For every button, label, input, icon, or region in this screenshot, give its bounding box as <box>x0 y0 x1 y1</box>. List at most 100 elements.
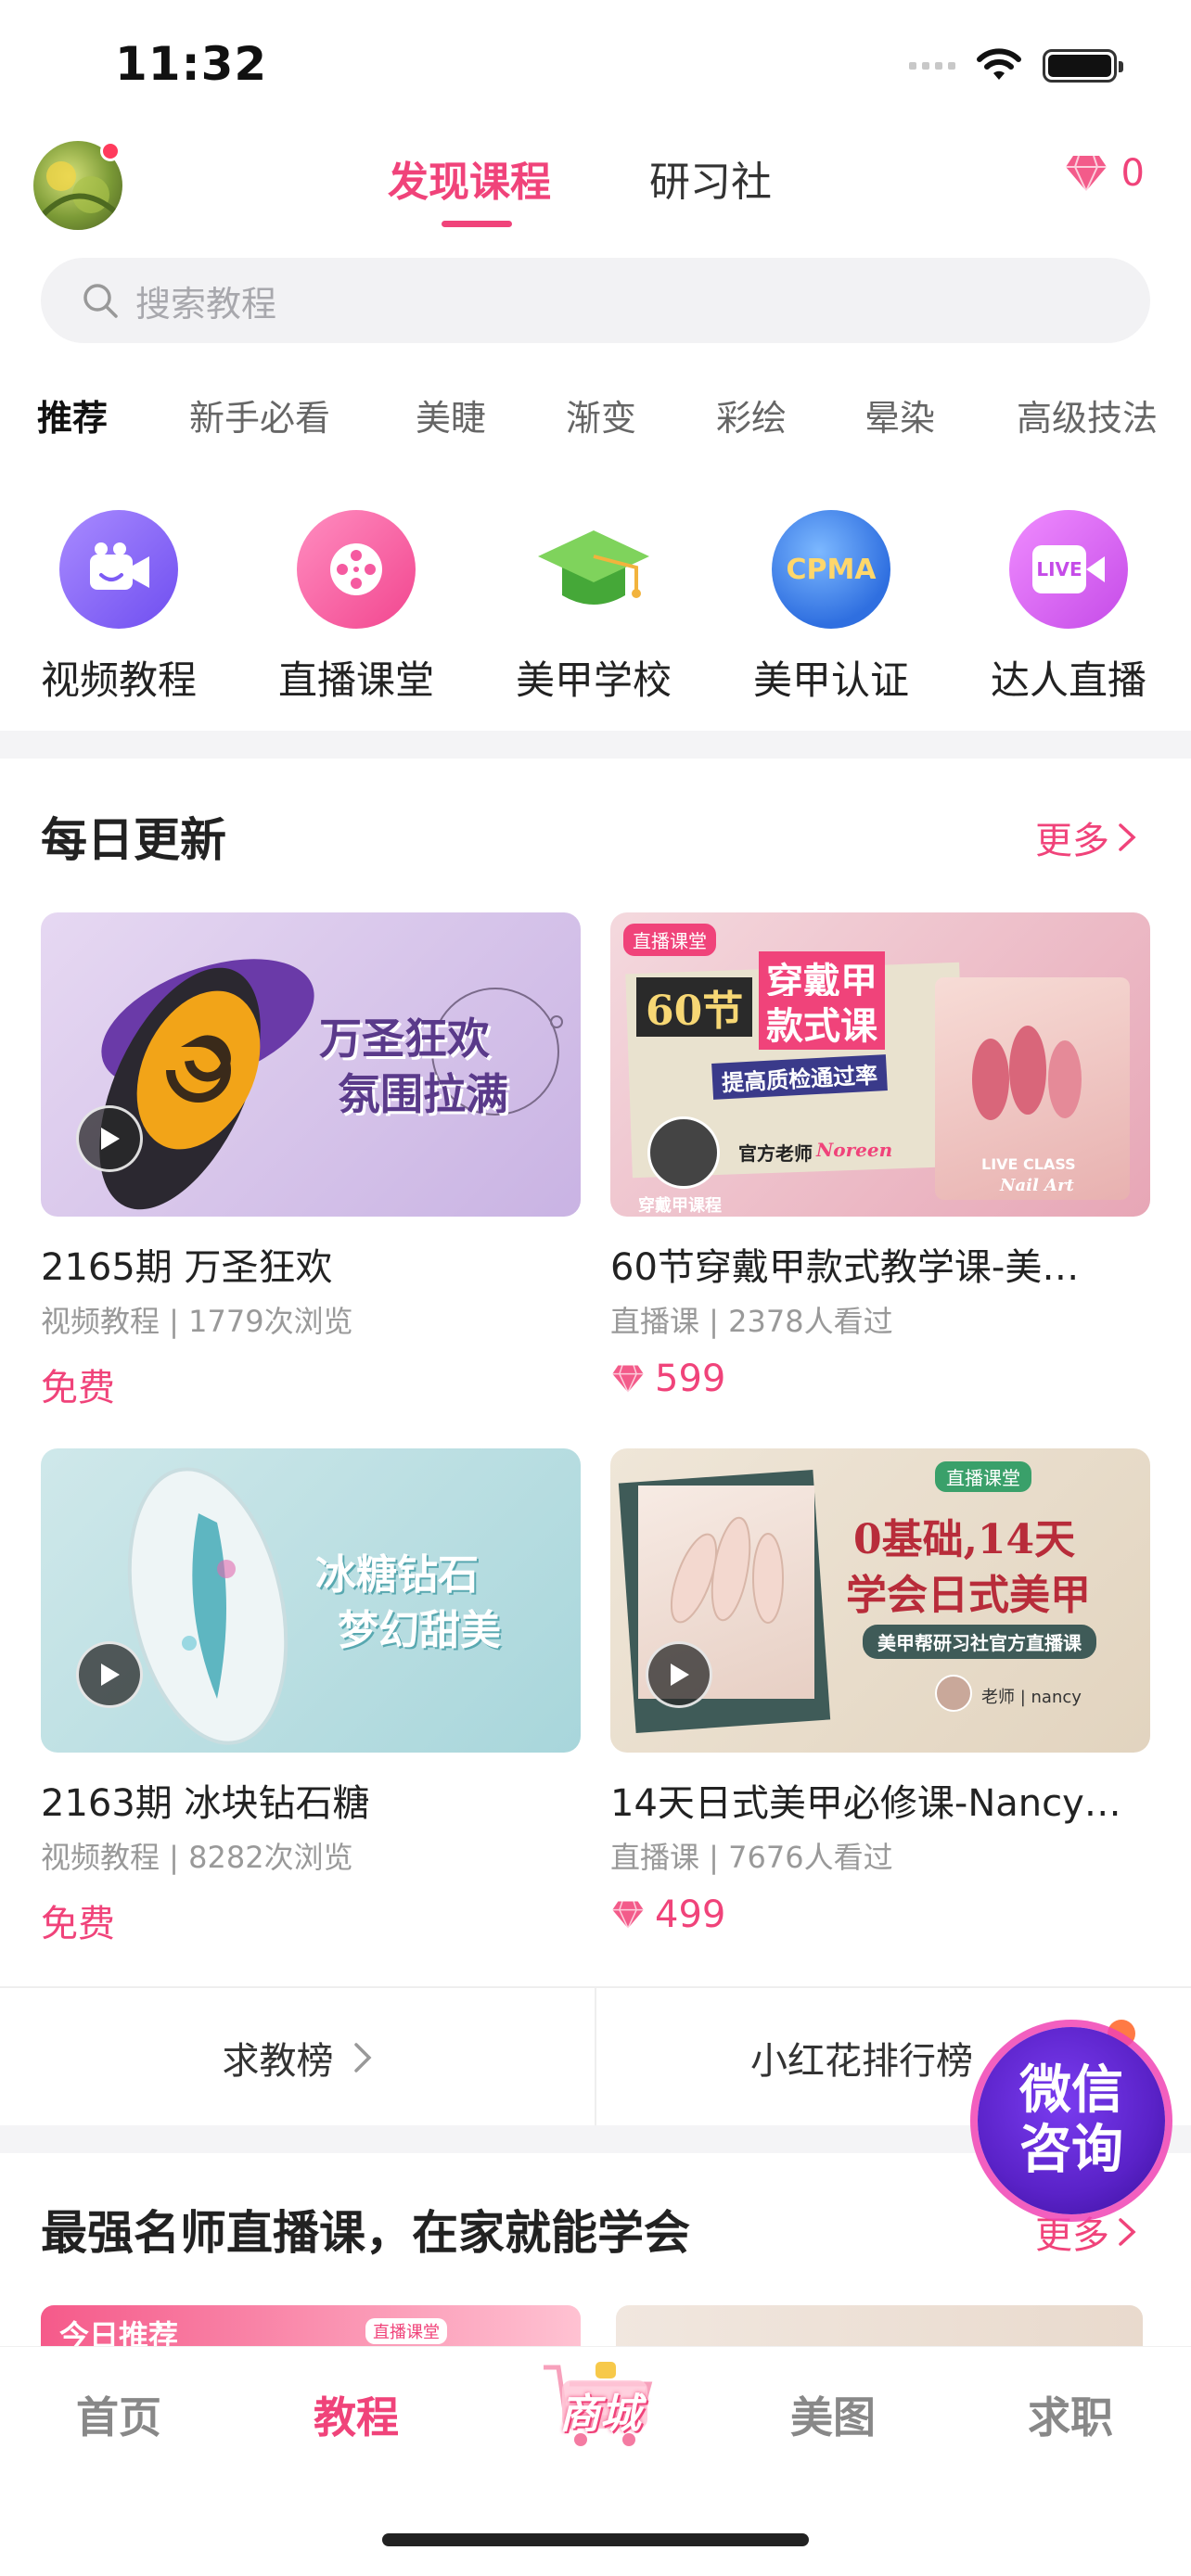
course-card[interactable]: 冰糖钻石 梦幻甜美 2163期 冰块钻石糖 视频教程 | 8282次浏览 免费 <box>41 1448 581 1947</box>
quick-link-video-tutorials[interactable]: 视频教程 <box>17 510 221 706</box>
battery-icon <box>1043 49 1123 83</box>
chevron-right-icon <box>1119 2218 1136 2246</box>
thumbnail-caption: Nail Art <box>1000 1176 1074 1195</box>
section-divider <box>0 731 1191 759</box>
daily-update-more-link[interactable]: 更多 <box>1035 810 1137 864</box>
live-class-tag: 直播课堂 <box>623 924 716 956</box>
thumbnail-caption: 梦幻甜美 <box>338 1607 501 1654</box>
diamond-balance[interactable]: 0 <box>1064 152 1145 195</box>
course-title: 2163期 冰块钻石糖 <box>41 1782 370 1825</box>
course-card[interactable]: 万圣狂欢 氛围拉满 2165期 万圣狂欢 视频教程 | 1779次浏览 免费 <box>41 912 581 1411</box>
course-thumbnail: 直播课堂 0基础,14天 学会日式美甲 美甲帮研习社官方直播课 老师 | nan… <box>610 1448 1150 1753</box>
diamond-icon <box>612 1365 644 1394</box>
status-time: 11:32 <box>115 37 268 91</box>
course-meta: 视频教程 | 8282次浏览 <box>41 1840 353 1875</box>
video-camera-icon <box>59 510 178 629</box>
thumbnail-caption: 老师 | nancy <box>981 1688 1082 1707</box>
active-tab-indicator <box>442 221 512 227</box>
tab-jobs[interactable]: 求职 <box>996 2384 1145 2445</box>
course-card[interactable]: 直播课堂 60节 穿戴甲 款式课 提高质检通过率 官方老师 Noreen 穿戴甲… <box>610 912 1150 1400</box>
wechat-consult-button[interactable]: 微信 咨询 <box>978 2027 1165 2214</box>
ranking-request-board[interactable]: 求教榜 <box>0 1988 595 2127</box>
search-placeholder: 搜索教程 <box>135 283 277 325</box>
search-input[interactable]: 搜索教程 <box>41 258 1150 343</box>
thumbnail-caption: 冰糖钻石 <box>315 1551 479 1599</box>
today-recommend-badge: 今日推荐 <box>59 2318 179 2346</box>
tab-home[interactable]: 首页 <box>45 2384 193 2445</box>
category-tab-recommended[interactable]: 推荐 <box>37 389 108 440</box>
thumbnail-caption: 款式课 <box>759 996 885 1050</box>
category-tab-painting[interactable]: 彩绘 <box>716 389 787 440</box>
course-price: 免费 <box>41 1894 581 1947</box>
play-icon[interactable] <box>646 1641 712 1708</box>
quick-link-label: 美甲认证 <box>752 657 909 703</box>
daily-update-title: 每日更新 <box>41 813 226 867</box>
quick-link-nail-school[interactable]: 美甲学校 <box>492 510 696 706</box>
thumbnail-caption: Noreen <box>816 1139 893 1161</box>
status-icons <box>909 48 1123 83</box>
category-tabs: 推荐 新手必看 美睫 渐变 彩绘 晕染 高级技法 <box>0 389 1191 445</box>
thumbnail-caption: 万圣狂欢 <box>319 1014 490 1064</box>
diamond-icon <box>1065 155 1107 193</box>
live-class-tag: 直播课堂 <box>935 1461 1031 1492</box>
quick-link-label: 视频教程 <box>40 657 197 703</box>
price-value: 免费 <box>41 1903 115 1945</box>
wechat-label-line2: 咨询 <box>1019 2120 1123 2180</box>
thumbnail-caption: 60节 <box>636 977 753 1037</box>
category-tab-advanced[interactable]: 高级技法 <box>1017 389 1158 440</box>
course-card[interactable]: 直播课堂 0基础,14天 学会日式美甲 美甲帮研习社官方直播课 老师 | nan… <box>610 1448 1150 1936</box>
price-value: 499 <box>655 1894 726 1936</box>
ranking-label: 求教榜 <box>222 2040 334 2083</box>
cellular-signal-icon <box>909 62 955 70</box>
course-meta: 直播课 | 2378人看过 <box>610 1304 893 1339</box>
cpma-badge-icon: CPMA <box>772 510 890 629</box>
category-tab-blooming[interactable]: 晕染 <box>864 389 935 440</box>
cpma-badge-text: CPMA <box>786 553 877 586</box>
category-tab-lashes[interactable]: 美睫 <box>416 389 486 440</box>
tab-discover-courses[interactable]: 发现课程 <box>388 148 551 208</box>
category-tab-gradient[interactable]: 渐变 <box>566 389 636 440</box>
quick-link-label: 美甲学校 <box>515 657 672 703</box>
category-tab-beginner[interactable]: 新手必看 <box>189 389 330 440</box>
course-thumbnail: 万圣狂欢 氛围拉满 <box>41 912 581 1217</box>
live-course-card[interactable]: 今日推荐 直播课堂 <box>41 2305 581 2346</box>
course-title: 60节穿戴甲款式教学课-美… <box>610 1246 1080 1289</box>
notification-dot <box>100 141 121 161</box>
thumbnail-caption: 美甲帮研习社官方直播课 <box>863 1625 1096 1659</box>
thumbnail-caption: 官方老师 <box>738 1142 813 1165</box>
tab-gallery[interactable]: 美图 <box>759 2384 907 2445</box>
thumbnail-caption: 氛围拉满 <box>338 1069 508 1119</box>
play-icon[interactable] <box>76 1105 143 1172</box>
thumbnail-caption: 穿戴甲课程 <box>638 1196 722 1216</box>
course-price: 499 <box>610 1894 1150 1936</box>
wifi-icon <box>977 48 1021 80</box>
live-course-card[interactable] <box>616 2305 1143 2346</box>
thumbnail-caption: 学会日式美甲 <box>846 1572 1091 1619</box>
live-camera-icon: LIVE <box>1009 510 1128 629</box>
price-value: 599 <box>655 1358 726 1400</box>
chevron-right-icon <box>1119 823 1136 851</box>
live-badge-text: LIVE <box>1032 545 1086 593</box>
live-section-title: 最强名师直播课，在家就能学会 <box>41 2206 690 2260</box>
status-bar: 11:32 <box>0 0 1191 130</box>
quick-link-expert-live[interactable]: LIVE 达人直播 <box>967 510 1171 706</box>
tab-study-club[interactable]: 研习社 <box>649 148 772 208</box>
quick-link-live-class[interactable]: 直播课堂 <box>254 510 458 706</box>
diamond-icon <box>612 1901 644 1930</box>
price-value: 免费 <box>41 1367 115 1409</box>
quick-links: 视频教程 直播课堂 美甲学校 CPMA 美甲认证 LIVE 达人直播 <box>0 510 1191 703</box>
quick-link-certification[interactable]: CPMA 美甲认证 <box>729 510 933 706</box>
course-thumbnail: 直播课堂 60节 穿戴甲 款式课 提高质检通过率 官方老师 Noreen 穿戴甲… <box>610 912 1150 1217</box>
course-price: 免费 <box>41 1358 581 1411</box>
chevron-right-icon <box>353 2043 371 2072</box>
film-reel-icon <box>297 510 416 629</box>
play-icon[interactable] <box>76 1641 143 1708</box>
course-meta: 视频教程 | 1779次浏览 <box>41 1304 353 1339</box>
course-thumbnail: 冰糖钻石 梦幻甜美 <box>41 1448 581 1753</box>
live-class-tag: 直播课堂 <box>365 2318 447 2344</box>
thumbnail-caption: LIVE CLASS <box>981 1155 1076 1173</box>
tab-tutorials[interactable]: 教程 <box>282 2384 430 2445</box>
course-title: 14天日式美甲必修课-Nancy… <box>610 1782 1121 1825</box>
search-icon <box>83 284 118 318</box>
tab-shop[interactable]: 商城 <box>538 2362 659 2451</box>
